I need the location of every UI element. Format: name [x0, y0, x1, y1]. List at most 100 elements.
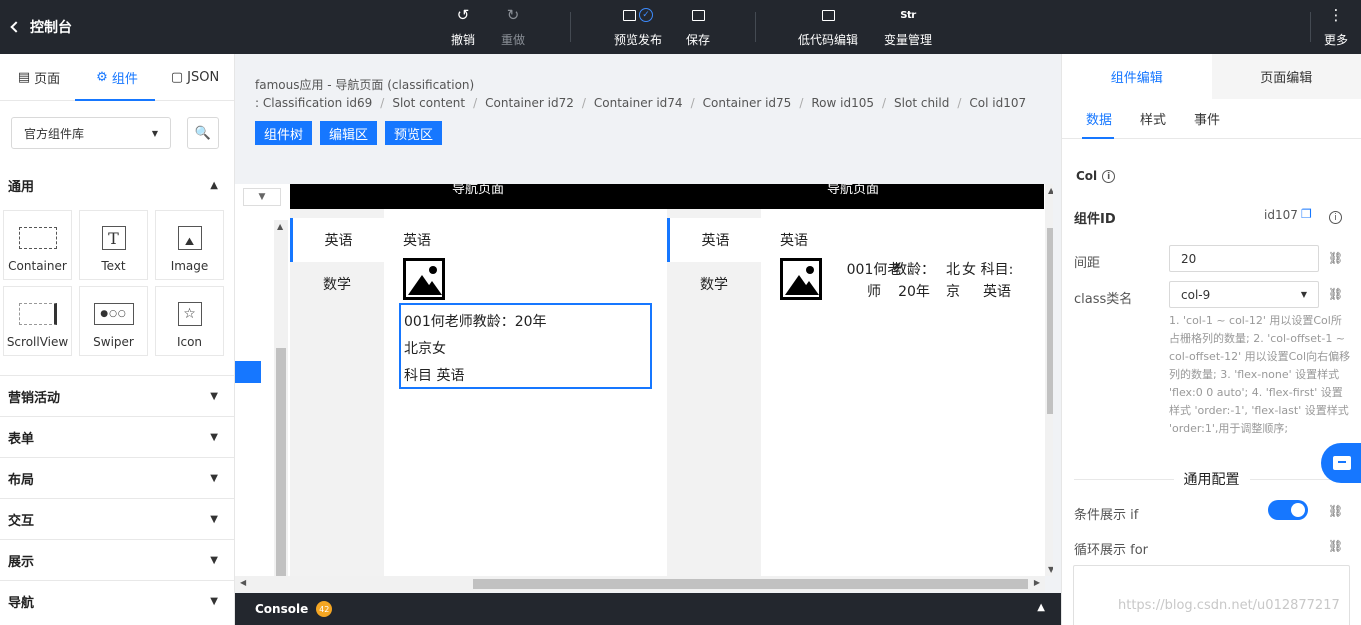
tab-components[interactable]: ⚙ 组件: [78, 54, 156, 100]
scrollbar-thumb[interactable]: [473, 579, 1028, 589]
bind-link-icon[interactable]: ⛓: [1328, 504, 1343, 518]
gap-value: 20: [1181, 251, 1197, 266]
bind-link-icon[interactable]: ⛓: [1328, 251, 1343, 265]
subtab-style[interactable]: 样式: [1140, 99, 1166, 138]
breadcrumb-item[interactable]: : Classification id69: [255, 94, 372, 112]
conditional-display-toggle[interactable]: [1268, 500, 1308, 520]
info-icon[interactable]: i: [1329, 211, 1342, 224]
bind-link-icon[interactable]: ⛓: [1328, 539, 1343, 553]
bind-link-icon[interactable]: ⛓: [1328, 287, 1343, 301]
gap-input[interactable]: 20: [1169, 245, 1319, 272]
image-placeholder-icon[interactable]: [780, 258, 822, 300]
component-library-select[interactable]: 官方组件库 ▼: [11, 117, 171, 149]
component-icon[interactable]: ☆ Icon: [155, 286, 224, 356]
side-tab-english[interactable]: 英语: [667, 218, 761, 262]
stage-vertical-scrollbar[interactable]: ▲ ▼: [1045, 184, 1053, 576]
variable-management-button[interactable]: Str 变量管理: [882, 6, 934, 48]
preview-area-button[interactable]: 预览区: [385, 121, 443, 145]
breadcrumb-item[interactable]: Row id105: [811, 94, 874, 112]
edit-area-button[interactable]: 编辑区: [320, 121, 378, 145]
category-general[interactable]: 通用 ▲: [0, 165, 234, 206]
preview-publish-button[interactable]: ✓ 预览发布: [612, 6, 664, 48]
variable-management-label: 变量管理: [883, 33, 932, 47]
side-tab-math[interactable]: 数学: [667, 262, 761, 306]
category-display[interactable]: 展示 ▼: [0, 539, 234, 580]
nav-title-bar: 导航页面 导航页面: [290, 184, 1044, 209]
loop-display-editor[interactable]: [1073, 565, 1350, 625]
component-scrollview[interactable]: ScrollView: [3, 286, 72, 356]
preview-icon: ✓: [623, 6, 653, 24]
lowcode-edit-button[interactable]: 低代码编辑: [797, 6, 859, 48]
component-label: ScrollView: [6, 335, 69, 349]
caret-down-icon: ▼: [1300, 290, 1307, 299]
breadcrumb-item[interactable]: Container id72: [485, 94, 574, 112]
drag-handle[interactable]: [235, 361, 261, 383]
component-container[interactable]: Container: [3, 210, 72, 280]
chevron-down-icon: ▼: [210, 472, 218, 484]
chat-support-button[interactable]: [1321, 443, 1361, 483]
info-icon[interactable]: i: [1102, 170, 1116, 183]
category-sidebar: 英语 数学: [667, 209, 761, 576]
category-label: 布局: [8, 472, 35, 488]
chevron-up-icon[interactable]: ▲: [1037, 602, 1045, 613]
chevron-down-icon: ▼: [210, 554, 218, 566]
component-id-value: id107: [1264, 208, 1298, 222]
property-tabs: 组件编辑 页面编辑: [1062, 54, 1361, 99]
category-layout[interactable]: 布局 ▼: [0, 457, 234, 498]
breadcrumb-item[interactable]: Container id75: [703, 94, 792, 112]
subtab-events[interactable]: 事件: [1194, 99, 1220, 138]
gap-label: 间距: [1074, 256, 1101, 271]
inner-vertical-scrollbar[interactable]: ▲: [274, 220, 288, 576]
category-form[interactable]: 表单 ▼: [0, 416, 234, 457]
breadcrumb-item[interactable]: Col id107: [969, 94, 1026, 112]
console-label: Console: [255, 602, 309, 616]
category-label: 展示: [8, 554, 35, 570]
component-tree-button[interactable]: 组件树: [255, 121, 313, 145]
page-title: famous应用 - 导航页面 (classification): [255, 78, 475, 92]
image-placeholder-icon[interactable]: [403, 258, 445, 300]
copy-icon[interactable]: ❐: [1301, 207, 1312, 221]
category-navigation[interactable]: 导航 ▼: [0, 580, 234, 621]
back-label: 控制台: [30, 20, 72, 36]
subtab-data[interactable]: 数据: [1086, 99, 1112, 138]
breadcrumb-item[interactable]: Slot child: [894, 94, 949, 112]
component-label: Container: [8, 259, 67, 273]
row-col-city: 北 京: [946, 262, 960, 300]
breadcrumb-item[interactable]: Slot content: [392, 94, 465, 112]
component-swiper[interactable]: ●○○ Swiper: [79, 286, 148, 356]
component-search-button[interactable]: 🔍: [187, 117, 219, 149]
back-to-console-button[interactable]: 控制台: [10, 17, 72, 37]
save-button[interactable]: 保存: [684, 6, 712, 48]
side-tab-english[interactable]: 英语: [290, 218, 384, 262]
class-name-label: class类名: [1074, 292, 1133, 307]
console-count-badge: 42: [316, 601, 333, 617]
more-button[interactable]: ⋮ 更多: [1322, 6, 1350, 48]
tab-component-edit[interactable]: 组件编辑: [1062, 54, 1212, 99]
collapse-button[interactable]: ▼: [243, 188, 281, 206]
tab-pages[interactable]: ▤ 页面: [0, 54, 78, 100]
selected-col-card[interactable]: 001何老师教龄：20年 北京女 科目 英语: [399, 303, 652, 389]
component-panel: ▤ 页面 ⚙ 组件 ▢ JSON 官方组件库 ▼ 🔍 通用 ▲ Containe…: [0, 54, 235, 625]
scrollbar-thumb[interactable]: [1047, 228, 1053, 414]
console-bar[interactable]: Console 42 ▲: [235, 593, 1061, 625]
category-interaction[interactable]: 交互 ▼: [0, 498, 234, 539]
class-name-select[interactable]: col-9 ▼: [1169, 281, 1319, 308]
scroll-up-arrow-icon: ▲: [277, 222, 284, 231]
component-text[interactable]: T Text: [79, 210, 148, 280]
scrollbar-thumb[interactable]: [276, 348, 286, 576]
string-variable-icon: Str: [900, 9, 916, 21]
component-image[interactable]: ⛰ Image: [155, 210, 224, 280]
tab-page-edit[interactable]: 页面编辑: [1211, 54, 1361, 99]
search-icon: 🔍: [194, 125, 212, 141]
property-panel: 组件编辑 页面编辑 数据 样式 事件 Col i 组件ID id107 ❐ i 间…: [1061, 54, 1361, 625]
undo-label: 撤销: [450, 33, 475, 47]
redo-button[interactable]: ↻ 重做: [499, 6, 527, 48]
component-label: Icon: [176, 335, 203, 349]
breadcrumb-item[interactable]: Container id74: [594, 94, 683, 112]
stage-horizontal-scrollbar[interactable]: ◀ ▶: [235, 576, 1045, 592]
category-marketing[interactable]: 营销活动 ▼: [0, 375, 234, 416]
category-label: 导航: [8, 595, 35, 611]
side-tab-math[interactable]: 数学: [290, 262, 384, 306]
undo-button[interactable]: ↺ 撤销: [449, 6, 477, 48]
tab-json[interactable]: ▢ JSON: [156, 54, 234, 100]
